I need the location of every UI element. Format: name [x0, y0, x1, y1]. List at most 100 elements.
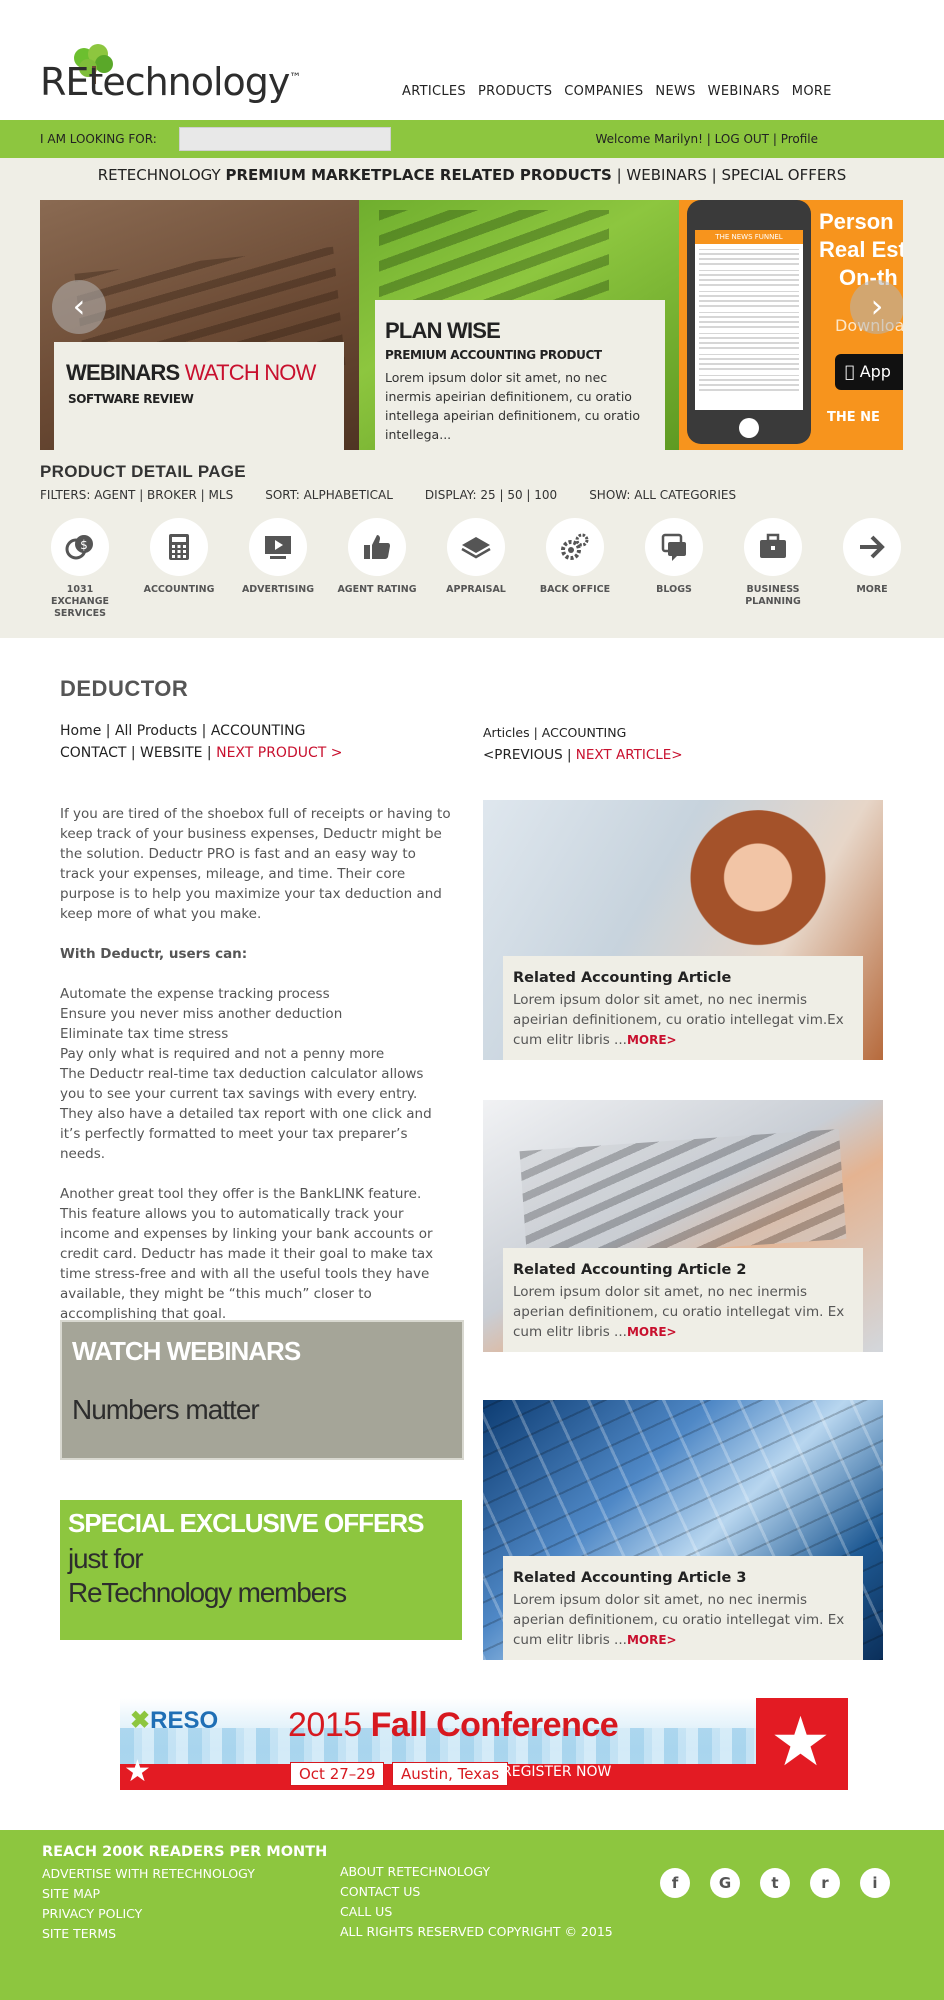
article-list-item: Ensure you never miss another deduction: [60, 1006, 343, 1022]
previous-article-link[interactable]: <PREVIOUS |: [483, 747, 576, 763]
category-blogs[interactable]: BLOGS: [634, 518, 714, 596]
promo-line-1: Person: [819, 209, 894, 234]
news-row: [699, 312, 799, 328]
category-circle: [348, 518, 406, 576]
breadcrumb-line-1[interactable]: Home | All Products | ACCOUNTING: [60, 720, 342, 742]
related-article-caption: Related Accounting Article Lorem ipsum d…: [503, 956, 863, 1060]
watch-webinars-promo[interactable]: WATCH WEBINARS Numbers matter: [60, 1320, 464, 1460]
star-icon: ★: [770, 1703, 831, 1782]
filters-control[interactable]: FILTERS: AGENT | BROKER | MLS: [40, 488, 233, 502]
category-back-office[interactable]: BACK OFFICE: [535, 518, 615, 596]
footer-link-advertise[interactable]: ADVERTISE WITH RETECHNOLOGY: [42, 1864, 255, 1884]
star-icon: ★: [124, 1754, 151, 1789]
nav-more[interactable]: MORE: [792, 84, 832, 99]
social-links: f G t r i: [660, 1868, 890, 1898]
phone-mockup: THE NEWS FUNNEL: [687, 200, 811, 444]
category-label: MORE: [856, 584, 888, 595]
footer-link-site-map[interactable]: SITE MAP: [42, 1884, 255, 1904]
article-list-item: Eliminate tax time stress: [60, 1026, 229, 1042]
more-link[interactable]: MORE>: [627, 1325, 677, 1339]
reso-mark-icon: ✖: [130, 1707, 151, 1734]
sort-control[interactable]: SORT: ALPHABETICAL: [265, 488, 393, 502]
image-icon[interactable]: i: [860, 1868, 890, 1898]
nav-products[interactable]: PRODUCTS: [478, 84, 552, 99]
special-offers-subtitle: just for ReTechnology members: [68, 1542, 347, 1610]
related-article-body: Lorem ipsum dolor sit amet, no nec inerm…: [513, 1282, 853, 1342]
footer-link-terms[interactable]: SITE TERMS: [42, 1924, 255, 1944]
related-article-caption: Related Accounting Article 3 Lorem ipsum…: [503, 1556, 863, 1660]
category-agent-rating[interactable]: AGENT RATING: [337, 518, 417, 596]
subnav-prefix[interactable]: RETECHNOLOGY: [98, 166, 226, 184]
category-circle: [447, 518, 505, 576]
rss-icon[interactable]: r: [810, 1868, 840, 1898]
account-links[interactable]: Welcome Marilyn! | LOG OUT | Profile: [595, 132, 818, 146]
carousel-next-button[interactable]: ›: [850, 280, 903, 334]
slide-plan-wise-title: PLAN WISE: [385, 318, 501, 343]
google-plus-icon[interactable]: G: [710, 1868, 740, 1898]
display-control[interactable]: DISPLAY: 25 | 50 | 100: [425, 488, 557, 502]
nav-webinars[interactable]: WEBINARS: [708, 84, 780, 99]
related-article-body: Lorem ipsum dolor sit amet, no nec inerm…: [513, 990, 853, 1050]
next-article-link[interactable]: NEXT ARTICLE>: [576, 747, 683, 763]
news-funnel-brand: THE NE: [827, 410, 880, 425]
carousel-prev-button[interactable]: ‹: [52, 280, 106, 334]
category-business-planning[interactable]: BUSINESS PLANNING: [733, 518, 813, 608]
chat-bubbles-icon: [661, 533, 686, 561]
news-row: [699, 249, 799, 265]
svg-text:$: $: [80, 538, 88, 552]
category-advertising[interactable]: ADVERTISING: [238, 518, 318, 596]
article-body: If you are tired of the shoebox full of …: [60, 804, 452, 1344]
category-1031-exchange[interactable]: $ 1031 EXCHANGE SERVICES: [40, 518, 120, 620]
special-offers-title: SPECIAL EXCLUSIVE OFFERS: [68, 1508, 424, 1538]
related-article-card[interactable]: Related Accounting Article Lorem ipsum d…: [483, 800, 883, 1060]
article-paragraph-1: If you are tired of the shoebox full of …: [60, 806, 451, 922]
footer-link-call[interactable]: CALL US: [340, 1902, 613, 1922]
related-article-title[interactable]: Related Accounting Article 3: [513, 1570, 853, 1586]
more-link[interactable]: MORE>: [627, 1633, 677, 1647]
app-store-button[interactable]:  App: [835, 354, 903, 390]
related-article-title[interactable]: Related Accounting Article: [513, 970, 853, 986]
reso-conference-banner[interactable]: ★ ★ ✖RESO 2015 Fall Conference Oct 27–29…: [120, 1698, 848, 1790]
retechnology-logo[interactable]: REtechnology™: [40, 44, 301, 108]
category-circle: [744, 518, 802, 576]
slide-webinars-title: WEBINARS WATCH NOW: [66, 360, 316, 386]
nav-news[interactable]: NEWS: [655, 84, 695, 99]
related-article-title[interactable]: Related Accounting Article 2: [513, 1262, 853, 1278]
next-product-link[interactable]: NEXT PRODUCT >: [216, 745, 342, 761]
related-article-card[interactable]: Related Accounting Article 3 Lorem ipsum…: [483, 1400, 883, 1660]
twitter-icon[interactable]: t: [760, 1868, 790, 1898]
category-more[interactable]: MORE: [832, 518, 912, 596]
slide-plan-wise[interactable]: PLAN WISE PREMIUM ACCOUNTING PRODUCT Lor…: [359, 200, 679, 450]
conference-dates: Oct 27–29: [290, 1762, 385, 1786]
news-row: [699, 270, 799, 286]
more-link[interactable]: MORE>: [627, 1033, 677, 1047]
promo-line-2: Real Esta: [819, 237, 903, 262]
subnav-suffix[interactable]: | WEBINARS | SPECIAL OFFERS: [612, 166, 847, 184]
category-label: ACCOUNTING: [143, 584, 215, 595]
search-bar: I AM LOOKING FOR: Welcome Marilyn! | LOG…: [0, 120, 944, 158]
category-circle: [843, 518, 901, 576]
show-control[interactable]: SHOW: ALL CATEGORIES: [589, 488, 736, 502]
article-list-item: Automate the expense tracking process: [60, 986, 330, 1002]
related-article-excerpt: Lorem ipsum dolor sit amet, no nec inerm…: [513, 1592, 845, 1648]
footer-link-about[interactable]: ABOUT RETECHNOLOGY: [340, 1862, 613, 1882]
category-accounting[interactable]: ACCOUNTING: [139, 518, 219, 596]
register-now-button[interactable]: REGISTER NOW: [502, 1764, 611, 1780]
articles-accounting-link[interactable]: Articles | ACCOUNTING: [483, 722, 683, 744]
nav-companies[interactable]: COMPANIES: [564, 84, 643, 99]
contact-website-links[interactable]: CONTACT | WEBSITE |: [60, 745, 216, 761]
category-label: ADVERTISING: [241, 584, 315, 595]
footer-link-privacy[interactable]: PRIVACY POLICY: [42, 1904, 255, 1924]
facebook-icon[interactable]: f: [660, 1868, 690, 1898]
category-appraisal[interactable]: APPRAISAL: [436, 518, 516, 596]
main-nav: ARTICLES PRODUCTS COMPANIES NEWS WEBINAR…: [402, 84, 832, 99]
search-input[interactable]: [179, 127, 391, 151]
related-article-card[interactable]: Related Accounting Article 2 Lorem ipsum…: [483, 1100, 883, 1352]
special-offers-promo[interactable]: SPECIAL EXCLUSIVE OFFERS just for ReTech…: [60, 1500, 462, 1640]
footer-link-contact[interactable]: CONTACT US: [340, 1882, 613, 1902]
nav-articles[interactable]: ARTICLES: [402, 84, 466, 99]
subnav-premium-link[interactable]: PREMIUM MARKETPLACE RELATED PRODUCTS: [225, 166, 611, 184]
watch-now-link[interactable]: WATCH NOW: [185, 360, 317, 385]
news-row: [699, 354, 799, 370]
arrow-right-icon: [860, 535, 885, 559]
